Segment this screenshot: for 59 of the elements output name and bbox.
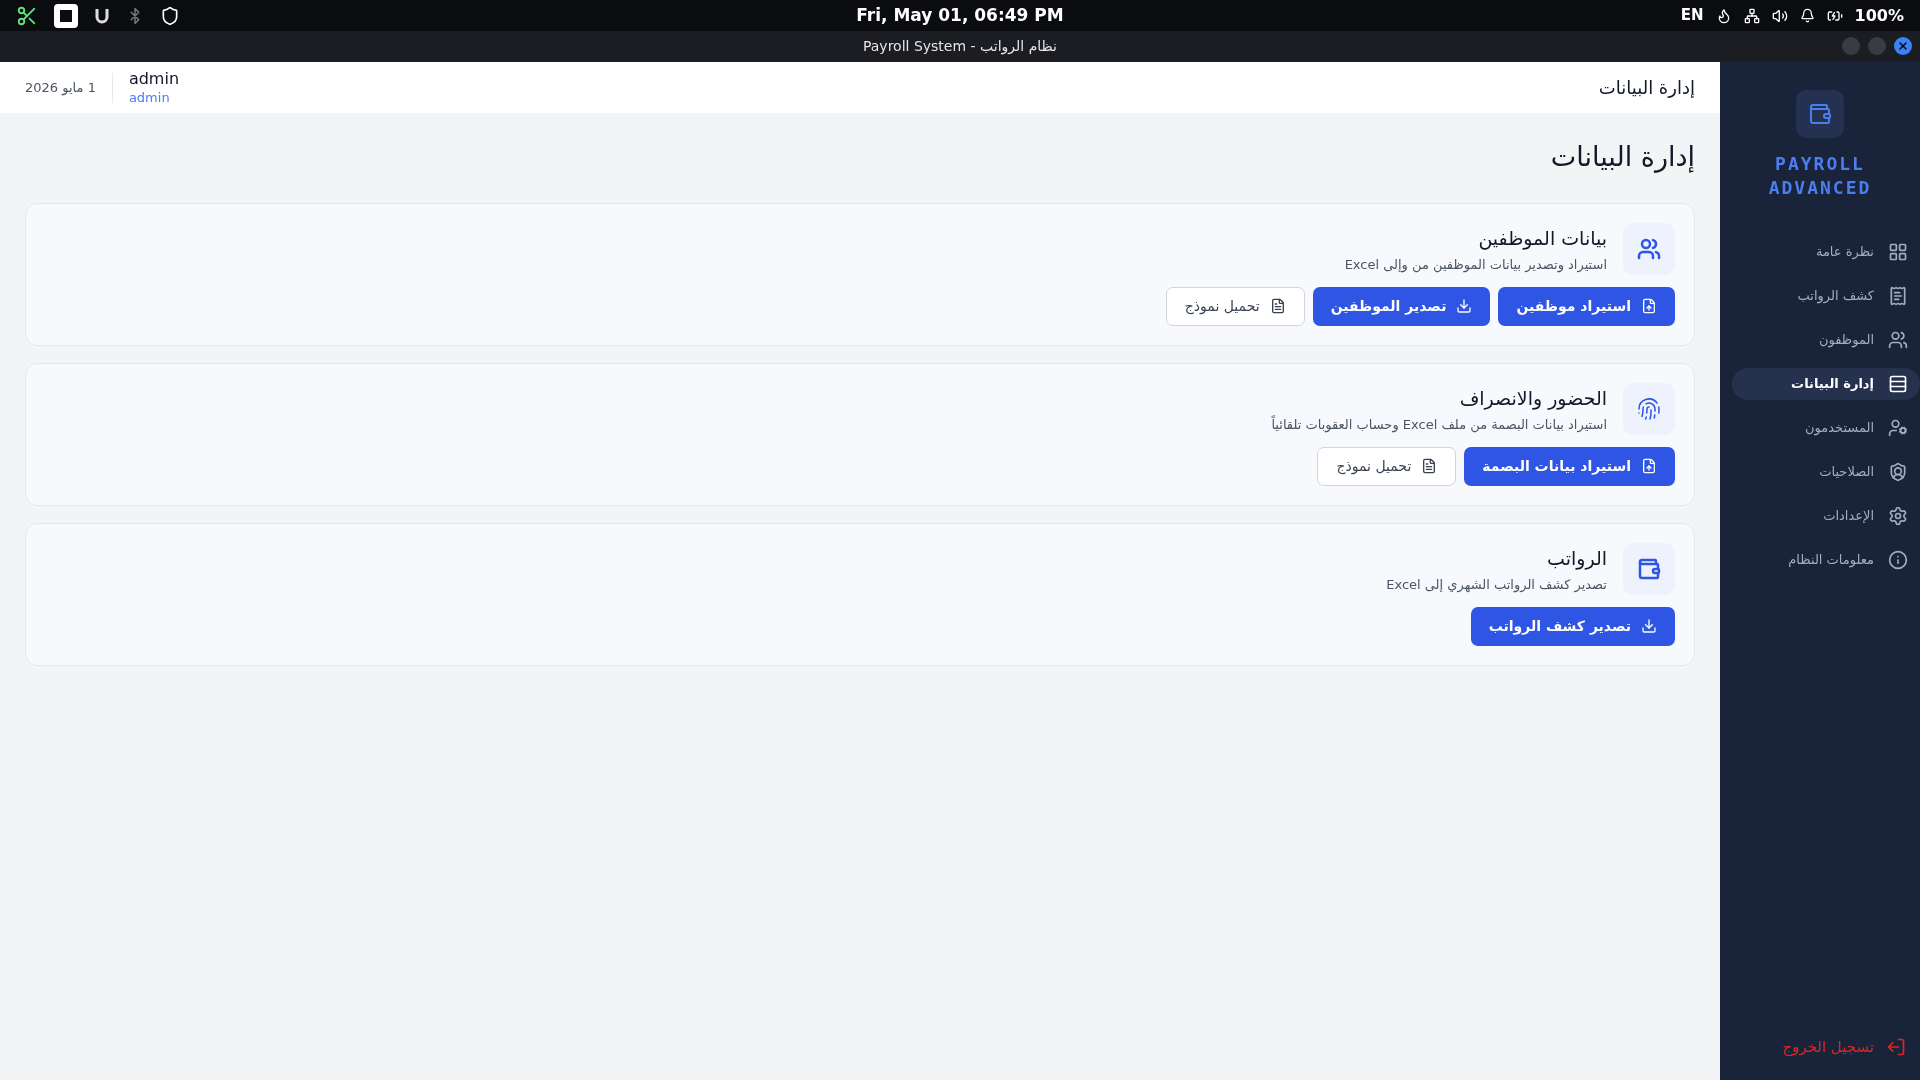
users-icon [1888, 330, 1908, 350]
card-title: الحضور والانصراف [1458, 385, 1607, 411]
scissors-icon[interactable] [16, 4, 38, 27]
brand-logo-icon [1796, 90, 1844, 138]
wallet-icon [1637, 556, 1661, 581]
page-title: إدارة البيانات [1549, 140, 1695, 175]
sidebar-item[interactable]: المستخدمون [1732, 412, 1920, 444]
card-description: استيراد بيانات البصمة من ملف Excel وحساب العقوبات تلقائياً [1271, 414, 1607, 434]
download-template-button[interactable]: تحميل نموذج [1165, 286, 1305, 326]
file-upload-icon [1641, 458, 1657, 474]
keyboard-layout[interactable]: EN [1680, 4, 1704, 27]
close-button[interactable] [1894, 37, 1912, 55]
user-name: admin [128, 68, 180, 89]
card-description: تصدير كشف الرواتب الشهري إلى Excel [1386, 575, 1607, 594]
battery-percent: 100% [1854, 4, 1904, 27]
sidebar-item[interactable]: نظرة عامة [1732, 236, 1920, 268]
logout-icon [1886, 1036, 1906, 1057]
document-icon [1269, 298, 1286, 314]
app-logo-icon[interactable] [54, 3, 78, 28]
export-button[interactable]: تصدير الموظفين [1312, 286, 1491, 326]
shield-icon[interactable] [160, 5, 180, 26]
magnet-icon[interactable] [94, 6, 110, 25]
close-icon [1897, 40, 1909, 52]
user-gear-icon [1888, 418, 1908, 438]
users-icon [1637, 236, 1661, 261]
card-title: الرواتب [1546, 545, 1607, 571]
sidebar-item[interactable]: معلومات النظام [1732, 544, 1920, 576]
list-icon [1888, 374, 1908, 394]
grid-icon [1888, 242, 1908, 262]
card-description: استيراد وتصدير بيانات الموظفين من وإلى Excel [1344, 255, 1607, 274]
sidebar-item[interactable]: كشف الرواتب [1732, 280, 1920, 312]
download-icon [1641, 618, 1657, 634]
volume-icon[interactable] [1771, 7, 1788, 24]
sidebar-item[interactable]: الصلاحيات [1732, 456, 1920, 488]
sidebar-item[interactable]: إدارة البيانات [1732, 368, 1920, 400]
fingerprint-icon [1637, 396, 1661, 421]
export-button[interactable]: تصدير كشف الرواتب [1470, 606, 1675, 646]
download-template-button[interactable]: تحميل نموذج [1317, 446, 1457, 486]
brand-name: PAYROLL [1775, 152, 1865, 176]
shield-user-icon [1888, 462, 1908, 482]
file-upload-icon [1641, 298, 1657, 314]
user-role: admin [128, 88, 171, 107]
info-icon [1888, 550, 1908, 570]
card-title: بيانات الموظفين [1477, 225, 1607, 251]
sidebar-item[interactable]: الموظفون [1732, 324, 1920, 356]
import-button[interactable]: استيراد موظفين [1498, 286, 1675, 326]
header-title: إدارة البيانات [1598, 76, 1695, 100]
document-icon [1421, 458, 1438, 474]
window-title: Payroll System - نظام الرواتب [862, 37, 1057, 57]
network-icon[interactable] [1743, 7, 1760, 24]
settings-icon [1888, 506, 1908, 526]
bell-icon[interactable] [1799, 8, 1815, 23]
receipt-icon [1888, 286, 1908, 306]
date-text: 1 مايو 2026 [25, 78, 97, 98]
brand-name: ADVANCED [1768, 176, 1872, 200]
clock[interactable]: Fri, May 01, 06:49 PM [856, 2, 1064, 29]
download-icon [1456, 298, 1473, 314]
import-button[interactable]: استيراد بيانات البصمة [1464, 446, 1675, 486]
sidebar-item[interactable]: الإعدادات [1732, 500, 1920, 532]
